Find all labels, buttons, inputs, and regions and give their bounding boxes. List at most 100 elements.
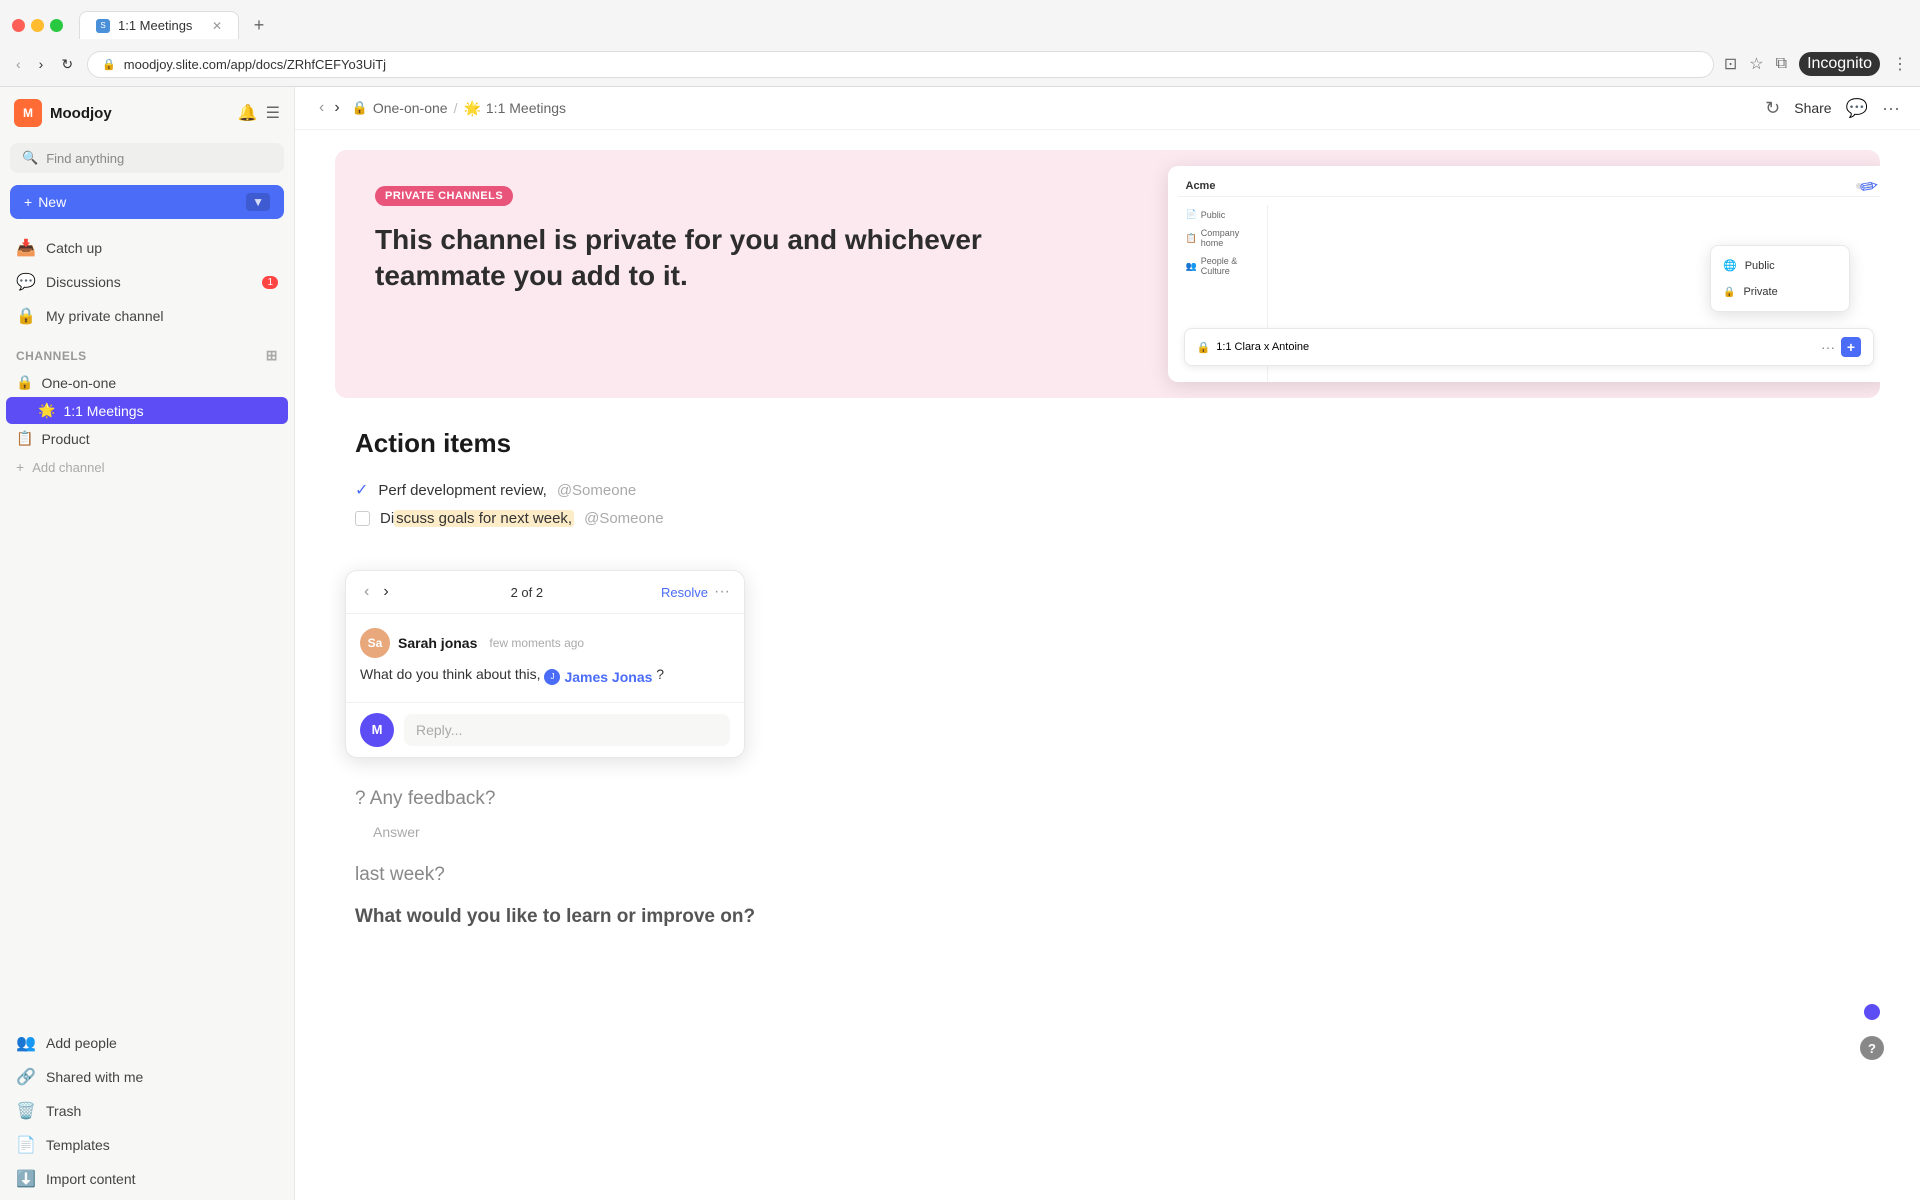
comment-popup: ‹ › 2 of 2 Resolve ··· Sa Sarah jonas fe… <box>345 570 745 758</box>
last-week-question: last week? <box>355 858 1860 892</box>
action-item-1: ✓ Perf development review, @Someone <box>355 475 1860 505</box>
channel-more-icon[interactable]: ··· <box>1821 339 1835 355</box>
browser-toolbar-icons: ⊡ ☆ ⧉ Incognito ⋮ <box>1724 52 1908 76</box>
add-channel-icon[interactable]: ⊞ <box>266 347 278 364</box>
incognito-badge: Incognito <box>1799 52 1880 76</box>
share-button[interactable]: Share <box>1794 100 1831 116</box>
comment-navigation: ‹ › 2 of 2 Resolve ··· <box>346 571 744 614</box>
browser-menu-icon[interactable]: ⋮ <box>1892 54 1908 74</box>
learn-question: What would you like to learn or improve … <box>355 892 1860 934</box>
breadcrumb-current[interactable]: 🌟 1:1 Meetings <box>463 100 566 117</box>
reply-area: M Reply... <box>346 702 744 757</box>
discussions-label: Discussions <box>46 274 121 290</box>
bookmark-icon[interactable]: ☆ <box>1749 54 1763 74</box>
check-empty-box[interactable] <box>355 511 370 526</box>
action-items-heading: Action items <box>355 428 1860 459</box>
add-channel-plus-icon: + <box>16 459 24 475</box>
new-button[interactable]: + New ▼ <box>10 185 284 219</box>
maximize-window-button[interactable] <box>50 19 63 32</box>
new-button-arrow[interactable]: ▼ <box>246 193 270 211</box>
sidebar-item-product[interactable]: 📋 Product <box>6 424 288 453</box>
sidebar-item-meetings[interactable]: 🌟 1:1 Meetings <box>6 397 288 424</box>
back-button[interactable]: ‹ <box>12 52 25 76</box>
banner-badge: PRIVATE CHANNELS <box>375 186 513 206</box>
help-button[interactable]: ? <box>1860 1036 1884 1060</box>
sidebar-item-catch-up[interactable]: 📥 Catch up <box>6 231 288 265</box>
mock-logo: Acme <box>1186 180 1216 192</box>
lock-icon: 🔒 <box>102 58 116 71</box>
tab-title: 1:1 Meetings <box>118 18 192 33</box>
action-item-1-mention[interactable]: @Someone <box>557 482 636 499</box>
sidebar-item-one-on-one[interactable]: 🔒 One-on-one <box>6 368 288 397</box>
close-window-button[interactable] <box>12 19 25 32</box>
top-bar-actions: ↻ Share 💬 ··· <box>1765 98 1900 119</box>
minimize-window-button[interactable] <box>31 19 44 32</box>
collapse-sidebar-icon[interactable]: ☰ <box>266 103 280 123</box>
current-user-avatar: M <box>360 713 394 747</box>
refresh-button[interactable]: ↻ <box>57 52 77 77</box>
workspace-name[interactable]: M Moodjoy <box>14 99 112 127</box>
one-on-one-label: One-on-one <box>41 375 116 391</box>
sidebar-item-trash[interactable]: 🗑️ Trash <box>6 1094 288 1128</box>
sidebar-item-templates[interactable]: 📄 Templates <box>6 1128 288 1162</box>
window-controls <box>12 19 63 32</box>
breadcrumb-parent[interactable]: 🔒 One-on-one <box>352 100 448 116</box>
sidebar-item-discussions[interactable]: 💬 Discussions 1 <box>6 265 288 299</box>
sync-icon[interactable]: ↻ <box>1765 98 1780 119</box>
reply-input[interactable]: Reply... <box>404 714 730 746</box>
action-item-2-mention[interactable]: @Someone <box>584 510 663 527</box>
new-tab-button[interactable]: + <box>245 11 273 39</box>
comment-prev-arrow[interactable]: ‹ <box>360 581 373 603</box>
sidebar-item-private-channel[interactable]: 🔒 My private channel <box>6 299 288 333</box>
forward-nav-arrow[interactable]: › <box>330 97 343 119</box>
discussions-badge: 1 <box>262 276 278 289</box>
notifications-icon[interactable]: 🔔 <box>238 103 258 123</box>
sidebar-item-import[interactable]: ⬇️ Import content <box>6 1162 288 1196</box>
back-nav-arrow[interactable]: ‹ <box>315 97 328 119</box>
commenter-avatar: Sa <box>360 628 390 658</box>
import-label: Import content <box>46 1171 136 1187</box>
mention-name: James Jonas <box>564 667 652 688</box>
product-label: Product <box>41 431 89 447</box>
sidebar-item-shared-with-me[interactable]: 🔗 Shared with me <box>6 1060 288 1094</box>
comment-next-arrow[interactable]: › <box>379 581 392 603</box>
lock-breadcrumb-icon: 🔒 <box>352 100 368 116</box>
channel-add-button[interactable]: + <box>1841 337 1861 357</box>
active-tab[interactable]: S 1:1 Meetings ✕ <box>79 11 239 39</box>
mock-header: Acme <box>1178 176 1881 197</box>
action-items-section: Action items ✓ Perf development review, … <box>335 428 1880 532</box>
private-option-icon: 🔒 <box>1723 287 1735 298</box>
add-people-label: Add people <box>46 1035 117 1051</box>
comment-more-button[interactable]: ··· <box>714 583 730 601</box>
comment-time: few moments ago <box>489 636 584 650</box>
banner-illustration: Acme 📄 Public 📋 Company home 👥 People & … <box>1148 150 1881 398</box>
templates-icon: 📄 <box>16 1135 36 1155</box>
url-text: moodjoy.slite.com/app/docs/ZRhfCEFYo3UiT… <box>124 57 386 72</box>
check-done-icon[interactable]: ✓ <box>355 480 368 500</box>
comment-icon[interactable]: 💬 <box>1846 98 1868 119</box>
comment-text: What do you think about this, J James Jo… <box>360 664 730 688</box>
tab-favicon: S <box>96 19 110 33</box>
extension-icon[interactable]: ⧉ <box>1776 55 1787 73</box>
sidebar-item-add-people[interactable]: 👥 Add people <box>6 1026 288 1060</box>
feedback-question: ? Any feedback? <box>355 782 1860 816</box>
breadcrumb-separator: / <box>454 100 458 116</box>
browser-chrome: S 1:1 Meetings ✕ + ‹ › ↻ 🔒 moodjoy.slite… <box>0 0 1920 87</box>
mention-link[interactable]: J James Jonas <box>544 667 652 688</box>
resolve-button[interactable]: Resolve <box>661 585 708 600</box>
cast-icon[interactable]: ⊡ <box>1724 54 1737 74</box>
main-content: ‹ › 🔒 One-on-one / 🌟 1:1 Meetings ↻ Shar… <box>295 87 1920 1200</box>
plus-icon: + <box>24 194 32 210</box>
sidebar-item-add-channel[interactable]: + Add channel <box>6 453 288 481</box>
close-tab-button[interactable]: ✕ <box>212 19 222 33</box>
sidebar-header: M Moodjoy 🔔 ☰ <box>0 87 294 139</box>
url-bar[interactable]: 🔒 moodjoy.slite.com/app/docs/ZRhfCEFYo3U… <box>87 51 1714 78</box>
address-bar: ‹ › ↻ 🔒 moodjoy.slite.com/app/docs/ZRhfC… <box>0 42 1920 86</box>
add-people-icon: 👥 <box>16 1033 36 1053</box>
lock-channel-icon: 🔒 <box>16 374 33 391</box>
breadcrumb: 🔒 One-on-one / 🌟 1:1 Meetings <box>352 100 1757 117</box>
search-bar[interactable]: 🔍 Find anything <box>10 143 284 173</box>
forward-button[interactable]: › <box>35 52 48 76</box>
commenter-name: Sarah jonas <box>398 635 477 651</box>
more-options-icon[interactable]: ··· <box>1882 98 1900 119</box>
